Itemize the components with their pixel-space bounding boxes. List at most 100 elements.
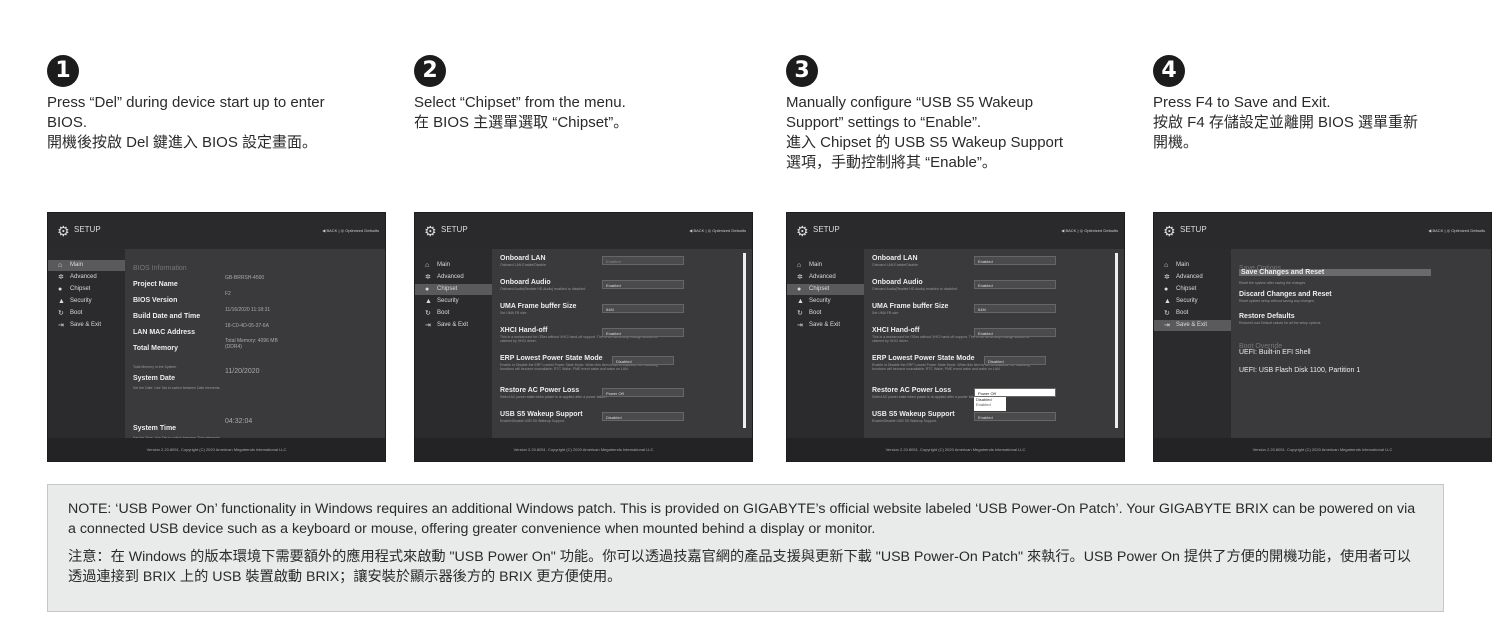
field-value: 11/16/2020 11:18:31 — [225, 307, 271, 313]
field-value: GB-BRRSH-4500 — [225, 275, 265, 281]
boot-option-efi-shell[interactable]: UEFI: Built-in EFI Shell — [1239, 349, 1311, 356]
bios-topright: ◀ BACK | ◎ Optimized Defaults — [689, 228, 746, 233]
menu-item-save-exit[interactable]: ⇥ Save & Exit — [787, 320, 864, 331]
field-label: BIOS Version — [133, 297, 178, 304]
bios-main-panel: Save Options Save Changes and Reset Rese… — [1231, 249, 1491, 438]
menu-item-boot[interactable]: ↻ Boot — [48, 308, 125, 319]
gear-icon: ⚙ — [796, 223, 809, 239]
field-value[interactable]: 11/20/2020 — [225, 368, 260, 375]
uma-select[interactable]: 64M — [974, 304, 1056, 313]
restore-ac-select[interactable]: Power Off — [974, 388, 1056, 397]
step-2: 2 Select “Chipset” from the menu. 在 BIOS… — [414, 55, 759, 133]
discard-reset-option[interactable]: Discard Changes and Reset — [1239, 291, 1399, 298]
field-label: System Time — [133, 425, 177, 432]
chip-icon: ● — [58, 286, 63, 293]
field-label: Project Name — [133, 281, 178, 288]
menu-item-advanced[interactable]: ✲ Advanced — [415, 272, 492, 283]
bios-title: SETUP — [74, 225, 101, 234]
bios-footer: Version 2.20.8051. Copyright (C) 2020 Am… — [1154, 438, 1491, 461]
field-desc: Set the Date. Use Tab to switch between … — [133, 386, 221, 390]
restore-ac-select[interactable]: Power Off — [602, 388, 684, 397]
menu-item-security[interactable]: ▲ Security — [787, 296, 864, 307]
xhci-select[interactable]: Enabled — [602, 328, 684, 337]
onboard-audio-select[interactable]: Enabled — [602, 280, 684, 289]
home-icon: ⌂ — [425, 262, 430, 269]
field-label: LAN MAC Address — [133, 329, 195, 336]
scrollbar[interactable] — [1115, 253, 1118, 428]
onboard-audio-select[interactable]: Enabled — [974, 280, 1056, 289]
bios-footer: Version 2.20.8051. Copyright (C) 2020 Am… — [787, 438, 1124, 461]
menu-item-save-exit[interactable]: ⇥ Save & Exit — [48, 320, 125, 331]
bios-screenshot-usb-wakeup: ⚙ SETUP ◀ BACK | ◎ Optimized Defaults ⌂ M… — [786, 212, 1125, 462]
menu-item-main[interactable]: ⌂ Main — [787, 260, 864, 271]
usb-s5-dropdown-list[interactable]: Disabled Enabled — [974, 397, 1006, 411]
bios-topbar: ⚙ SETUP ◀ BACK | ◎ Optimized Defaults — [787, 213, 1124, 249]
refresh-icon: ↻ — [797, 310, 803, 317]
menu-item-save-exit[interactable]: ⇥ Save & Exit — [1154, 320, 1231, 331]
home-icon: ⌂ — [58, 262, 63, 269]
menu-item-boot[interactable]: ↻ Boot — [1154, 308, 1231, 319]
refresh-icon: ↻ — [425, 310, 431, 317]
menu-item-advanced[interactable]: ✲ Advanced — [787, 272, 864, 283]
field-label: System Date — [133, 375, 176, 382]
onboard-lan-select[interactable]: Enabled — [602, 256, 684, 265]
bios-main-panel: Onboard LAN Onboard LAN Enable/Disable En… — [492, 249, 752, 438]
menu-item-security[interactable]: ▲ Security — [48, 296, 125, 307]
menu-item-advanced[interactable]: ✲ Advanced — [48, 272, 125, 283]
gear-icon: ⚙ — [1163, 223, 1176, 239]
step-3: 3 Manually configure “USB S5 Wakeup Supp… — [786, 55, 1131, 173]
menu-item-boot[interactable]: ↻ Boot — [415, 308, 492, 319]
field-value: F2 — [225, 291, 231, 297]
dropdown-option-enabled[interactable]: Enabled — [976, 402, 1006, 407]
field-value[interactable]: 04:32:04 — [225, 418, 252, 425]
menu-item-security[interactable]: ▲ Security — [415, 296, 492, 307]
home-icon: ⌂ — [797, 262, 802, 269]
menu-item-boot[interactable]: ↻ Boot — [787, 308, 864, 319]
menu-item-main[interactable]: ⌂ Main — [1154, 260, 1231, 271]
menu-item-chipset[interactable]: ● Chipset — [415, 284, 492, 295]
menu-item-main[interactable]: ⌂ Main — [48, 260, 125, 271]
menu-item-security[interactable]: ▲ Security — [1154, 296, 1231, 307]
menu-item-chipset[interactable]: ● Chipset — [48, 284, 125, 295]
boot-option-usb[interactable]: UEFI: USB Flash Disk 1100, Partition 1 — [1239, 367, 1360, 374]
bios-footer: Version 2.20.8051. Copyright (C) 2020 Am… — [48, 438, 385, 461]
xhci-select[interactable]: Enabled — [974, 328, 1056, 337]
scrollbar[interactable] — [743, 253, 746, 428]
menu-item-save-exit[interactable]: ⇥ Save & Exit — [415, 320, 492, 331]
bios-topright: ◀ BACK | ◎ Optimized Defaults — [322, 228, 379, 233]
refresh-icon: ↻ — [58, 310, 64, 317]
bios-screenshot-save-exit: ⚙ SETUP ◀ BACK | ◎ Optimized Defaults ⌂ M… — [1153, 212, 1492, 462]
note-text-en: NOTE: ‘USB Power On’ functionality in Wi… — [68, 501, 1416, 537]
menu-item-chipset[interactable]: ● Chipset — [787, 284, 864, 295]
restore-defaults-option[interactable]: Restore Defaults — [1239, 313, 1399, 320]
lock-icon: ▲ — [425, 298, 432, 305]
usb-s5-select[interactable]: Disabled — [602, 412, 684, 421]
home-icon: ⌂ — [1164, 262, 1169, 269]
menu-item-chipset[interactable]: ● Chipset — [1154, 284, 1231, 295]
refresh-icon: ↻ — [1164, 310, 1170, 317]
bios-title: SETUP — [813, 225, 840, 234]
section-heading: BIOS Information — [133, 265, 187, 272]
advanced-icon: ✲ — [425, 274, 431, 281]
step-text-en: Press “Del” during device start up to en… — [47, 94, 325, 131]
advanced-icon: ✲ — [797, 274, 803, 281]
erp-select[interactable]: Disabled — [612, 356, 674, 365]
step-text-zh: 在 BIOS 主選單選取 “Chipset”。 — [414, 114, 629, 131]
exit-icon: ⇥ — [425, 322, 431, 329]
erp-select[interactable]: Disabled — [984, 356, 1046, 365]
exit-icon: ⇥ — [1164, 322, 1170, 329]
note-text-zh: 注意：在 Windows 的版本環境下需要額外的應用程式來啟動 "USB Pow… — [68, 549, 1411, 585]
bios-topright: ◀ BACK | ◎ Optimized Defaults — [1428, 228, 1485, 233]
menu-item-advanced[interactable]: ✲ Advanced — [1154, 272, 1231, 283]
field-value: Total Memory: 4096 MB (DDR4) — [225, 338, 278, 350]
save-reset-option[interactable]: Save Changes and Reset — [1241, 269, 1431, 276]
option-desc: Reset system setup without saving any ch… — [1239, 299, 1315, 303]
usb-s5-select[interactable]: Enabled — [974, 412, 1056, 421]
menu-item-main[interactable]: ⌂ Main — [415, 260, 492, 271]
uma-select[interactable]: 64M — [602, 304, 684, 313]
onboard-lan-select[interactable]: Enabled — [974, 256, 1056, 265]
option-desc: Reset the system after saving the change… — [1239, 281, 1307, 285]
bios-topbar: ⚙ SETUP ◀ BACK | ◎ Optimized Defaults — [1154, 213, 1491, 249]
bios-footer: Version 2.20.8051. Copyright (C) 2020 Am… — [415, 438, 752, 461]
step-number: 2 — [414, 55, 446, 87]
